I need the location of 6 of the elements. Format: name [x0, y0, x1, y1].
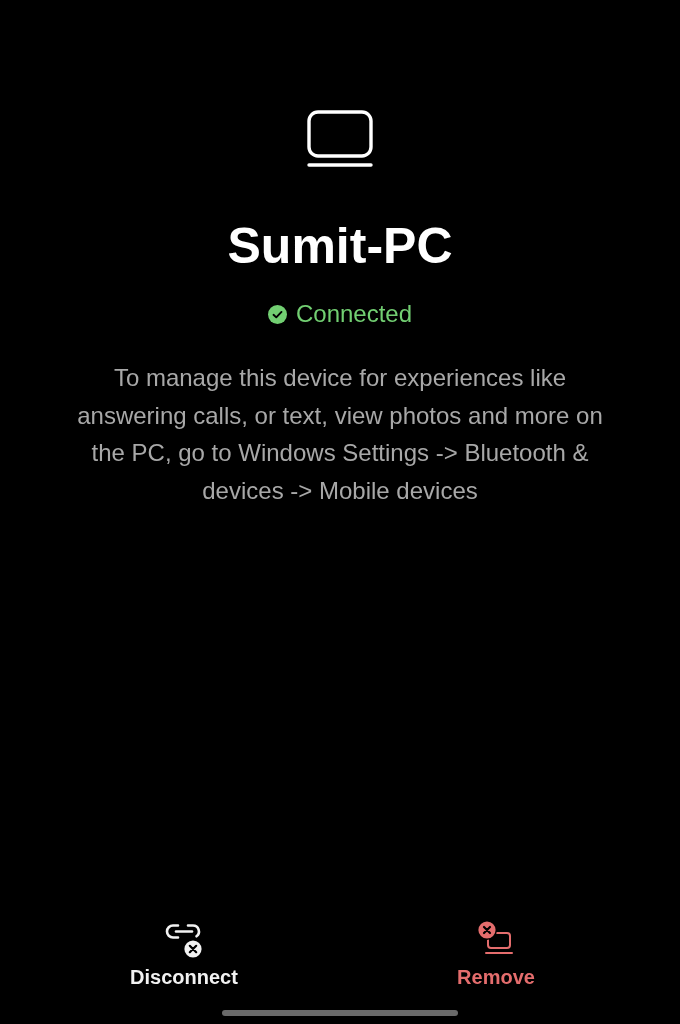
laptop-icon [307, 110, 373, 168]
disconnect-button[interactable]: Disconnect [126, 920, 242, 990]
remove-button[interactable]: Remove [453, 920, 539, 990]
device-description: To manage this device for experiences like answering calls, or text, view photos and more on the PC, go to Windows Settings -> Bluetooth & devices -> Mobile devices [76, 363, 604, 506]
connection-status: Connected [295, 299, 413, 329]
device-name: Sumit-PC [227, 217, 453, 276]
